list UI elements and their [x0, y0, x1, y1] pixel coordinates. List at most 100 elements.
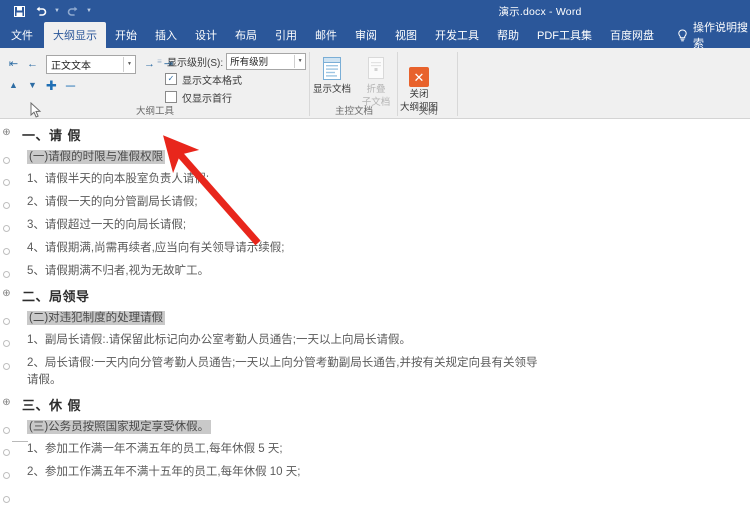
outline-row[interactable]: 2、请假一天的向分管副局长请假; — [0, 194, 750, 211]
outline-row[interactable]: (一)请假的时限与准假权限 — [0, 149, 750, 165]
ribbon-tab-7[interactable]: 邮件 — [306, 22, 346, 48]
outline-row[interactable]: 1、副局长请假:.请保留此标记向办公室考勤人员通告;一天以上向局长请假。 — [0, 332, 750, 349]
chevron-down-icon[interactable]: ▼ — [294, 54, 305, 68]
ribbon-tab-0[interactable]: 文件 — [0, 22, 44, 48]
selected-text: (一)请假的时限与准假权限 — [27, 150, 166, 164]
ribbon-tab-8[interactable]: 审阅 — [346, 22, 386, 48]
tell-me-label: 操作说明搜索 — [693, 22, 748, 50]
ribbon-tab-11[interactable]: 帮助 — [488, 22, 528, 48]
tell-me-search[interactable]: 操作说明搜索 — [677, 22, 750, 50]
circle-bullet-icon — [3, 318, 10, 325]
circle-bullet-icon — [3, 202, 10, 209]
outline-bullet-icon[interactable] — [0, 419, 13, 434]
circle-bullet-icon — [3, 179, 10, 186]
outline-bullet-icon[interactable] — [0, 217, 13, 232]
lightbulb-icon — [677, 28, 688, 42]
mouse-cursor — [30, 101, 42, 119]
outline-row-text: 1、参加工作满一年不满五年的员工,每年休假 5 天; — [27, 443, 283, 455]
show-level-label: 显示级别(S): — [167, 57, 224, 69]
outline-row[interactable]: 2、局长请假:一天内向分管考勤人员通告;一天以上向分管考勤副局长通告,并按有关规… — [0, 355, 750, 389]
window-title: 演示.docx - Word — [498, 5, 582, 18]
circle-bullet-icon — [3, 496, 10, 503]
ribbon-tab-4[interactable]: 设计 — [186, 22, 226, 48]
outline-level-style-value: 正文文本 — [51, 60, 91, 72]
outline-row-text: 5、请假期满不归者,视为无故旷工。 — [27, 265, 210, 277]
move-up-icon[interactable]: ▲ — [4, 76, 23, 95]
plus-icon: ⊕ — [2, 288, 11, 299]
outline-bullet-icon[interactable] — [0, 263, 13, 278]
collapse-icon[interactable]: ─ — [61, 76, 80, 95]
outline-row[interactable]: ⊕ 一、请 假 — [0, 125, 750, 145]
outline-bullet-icon[interactable] — [0, 149, 13, 164]
ribbon-group-master-document-label: 主控文档 — [334, 106, 373, 117]
outline-row[interactable]: 2、参加工作满五年不满十五年的员工,每年休假 10 天; — [0, 464, 750, 481]
show-text-formatting-label: 显示文本格式 — [182, 75, 242, 87]
ribbon-group-close: ✕ 关闭 大纲视图 关闭 — [398, 48, 458, 118]
outline-bullet-icon[interactable] — [0, 441, 13, 456]
outline-row[interactable]: (二)对违犯制度的处理请假 — [0, 310, 750, 326]
document-icon — [321, 54, 343, 82]
expand-collapse-plus-icon[interactable]: ⊕ — [0, 286, 13, 299]
show-level-dropdown[interactable]: 所有级别 ▼ — [226, 52, 307, 70]
show-first-line-only-checkbox[interactable] — [165, 91, 177, 103]
ribbon-tab-12[interactable]: PDF工具集 — [528, 22, 601, 48]
ribbon-tab-9[interactable]: 视图 — [386, 22, 426, 48]
outline-row[interactable]: 1、请假半天的向本股室负责人请假; — [0, 171, 750, 188]
outline-bullet-icon[interactable] — [0, 332, 13, 347]
outline-row[interactable]: 4、请假期满,尚需再续者,应当向有关领导请示续假; — [0, 240, 750, 257]
plus-icon: ⊕ — [2, 127, 11, 138]
ribbon-empty-area — [458, 48, 750, 118]
end-of-document-mark — [12, 441, 28, 442]
outline-row[interactable]: ⊕ 二、局领导 — [0, 286, 750, 306]
circle-bullet-icon — [3, 248, 10, 255]
outline-row-text: 3、请假超过一天的向局长请假; — [27, 219, 187, 231]
promote-to-heading1-icon[interactable]: ⇤ — [4, 55, 23, 74]
plus-icon: ⊕ — [2, 397, 11, 408]
ribbon-tab-13[interactable]: 百度网盘 — [601, 22, 663, 48]
ribbon-tab-3[interactable]: 插入 — [146, 22, 186, 48]
expand-collapse-plus-icon[interactable]: ⊕ — [0, 395, 13, 408]
outline-bullet-icon[interactable] — [0, 310, 13, 325]
outline-row-text: (三)公务员按照国家规定享受休假。 — [13, 419, 212, 435]
ribbon-tab-10[interactable]: 开发工具 — [426, 22, 488, 48]
outline-row-text: 2、请假一天的向分管副局长请假; — [27, 196, 198, 208]
ribbon-tab-6[interactable]: 引用 — [266, 22, 306, 48]
selected-text: (二)对违犯制度的处理请假 — [27, 311, 166, 325]
ribbon-group-outline-tools-label: 大纲工具 — [135, 106, 174, 117]
move-down-icon[interactable]: ▼ — [23, 76, 42, 95]
outline-row[interactable]: (三)公务员按照国家规定享受休假。 — [0, 419, 750, 435]
close-x-icon: ✕ — [409, 67, 429, 87]
outline-row[interactable]: 5、请假期满不归者,视为无故旷工。 — [0, 263, 750, 280]
outline-level-style-dropdown[interactable]: 正文文本 ▼ — [46, 54, 136, 74]
promote-icon[interactable]: ← — [23, 55, 42, 74]
expand-collapse-plus-icon[interactable]: ⊕ — [0, 125, 13, 138]
ribbon-tab-5[interactable]: 布局 — [226, 22, 266, 48]
outline-bullet-icon[interactable] — [0, 240, 13, 255]
collapse-subdocuments-icon — [365, 54, 387, 82]
outline-bullet-icon[interactable] — [0, 464, 13, 479]
outline-row[interactable]: ⊕ 三、休 假 — [0, 395, 750, 415]
expand-icon[interactable]: ✚ — [42, 76, 61, 95]
outline-row[interactable] — [0, 488, 750, 503]
circle-bullet-icon — [3, 340, 10, 347]
circle-bullet-icon — [3, 271, 10, 278]
chevron-down-icon[interactable]: ▼ — [123, 56, 135, 72]
circle-bullet-icon — [3, 449, 10, 456]
outline-row-text: 一、请 假 — [22, 129, 82, 144]
ribbon-group-close-label: 关闭 — [418, 106, 438, 117]
ribbon-tab-1[interactable]: 大纲显示 — [44, 22, 106, 48]
outline-document-canvas[interactable]: ⊕ 一、请 假 (一)请假的时限与准假权限 1、请假半天的向本股室负责人请假; 2、请假… — [0, 119, 750, 527]
outline-bullet-icon[interactable] — [0, 194, 13, 209]
show-text-formatting-checkbox[interactable]: ✓ — [165, 73, 177, 85]
close-outline-view-label-line1: 关闭 — [409, 89, 429, 100]
outline-bullet-icon[interactable] — [0, 355, 13, 370]
outline-row-text: (二)对违犯制度的处理请假 — [13, 310, 166, 326]
outline-bullet-icon[interactable] — [0, 171, 13, 186]
circle-bullet-icon — [3, 427, 10, 434]
show-document-label: 显示文档 — [312, 84, 351, 95]
outline-row[interactable]: 3、请假超过一天的向局长请假; — [0, 217, 750, 234]
show-text-formatting-row[interactable]: ✓ 显示文本格式 — [152, 70, 307, 88]
ribbon-tab-2[interactable]: 开始 — [106, 22, 146, 48]
outline-row[interactable]: 1、参加工作满一年不满五年的员工,每年休假 5 天; — [0, 441, 750, 458]
outline-bullet-icon[interactable] — [0, 488, 13, 503]
